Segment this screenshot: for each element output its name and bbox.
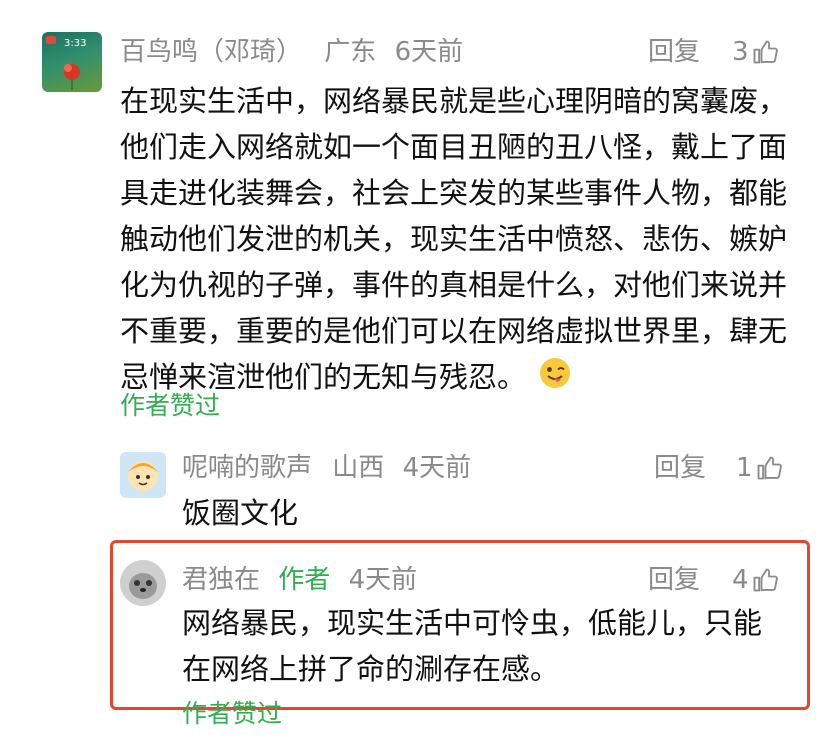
username[interactable]: 呢喃的歌声: [182, 453, 312, 483]
like-count: 4: [732, 565, 749, 595]
like-button[interactable]: 3: [732, 36, 779, 68]
timestamp: 6天前: [394, 37, 464, 67]
avatar[interactable]: 3:33: [42, 32, 102, 92]
location: 广东: [324, 37, 377, 67]
comment-body: 在现实生活中，网络暴民就是些心理阴暗的窝囊废，他们走入网络就如一个面目丑陋的丑八…: [120, 78, 788, 402]
avatar-image: 3:33: [46, 36, 86, 90]
avatar[interactable]: [120, 452, 166, 498]
reply-button[interactable]: 回复: [648, 36, 700, 68]
username[interactable]: 百鸟鸣（邓琦）: [120, 37, 302, 67]
like-button[interactable]: 4: [732, 564, 779, 596]
author-liked-label: 作者赞过: [120, 391, 221, 420]
reply-button[interactable]: 回复: [648, 564, 700, 596]
timestamp: 4天前: [348, 565, 418, 595]
avatar-image: [128, 461, 158, 491]
thumbs-up-icon: [757, 456, 782, 480]
comment-body: 饭圈文化: [182, 490, 782, 536]
author-badge: 作者: [278, 565, 331, 595]
comment-meta: 百鸟鸣（邓琦） 广东 6天前: [120, 36, 463, 68]
like-button[interactable]: 1: [736, 452, 783, 484]
username[interactable]: 君独在: [182, 565, 260, 595]
comment-meta: 君独在 作者 4天前: [182, 564, 417, 596]
thumbs-up-icon: [753, 40, 778, 64]
comment-text: 网络暴民，现实生活中可怜虫，低能儿，只能在网络上拼了命的涮存在感。: [182, 606, 763, 686]
avatar[interactable]: [120, 560, 166, 606]
comment-meta: 呢喃的歌声 山西 4天前: [182, 452, 471, 484]
thumbs-up-icon: [753, 568, 778, 592]
timestamp: 4天前: [402, 453, 472, 483]
comment-text: 在现实生活中，网络暴民就是些心理阴暗的窝囊废，他们走入网络就如一个面目丑陋的丑八…: [120, 84, 788, 394]
comment-text: 饭圈文化: [182, 496, 299, 530]
winking-face-tongue-icon: [539, 356, 571, 402]
like-count: 1: [736, 453, 753, 483]
location: 山西: [332, 453, 385, 483]
comment-body: 网络暴民，现实生活中可怜虫，低能儿，只能在网络上拼了命的涮存在感。: [182, 600, 790, 692]
like-count: 3: [732, 37, 749, 67]
author-liked-label: 作者赞过: [182, 699, 283, 728]
reply-button[interactable]: 回复: [654, 452, 706, 484]
svg-text:3:33: 3:33: [64, 38, 86, 49]
avatar-image: [120, 560, 166, 606]
